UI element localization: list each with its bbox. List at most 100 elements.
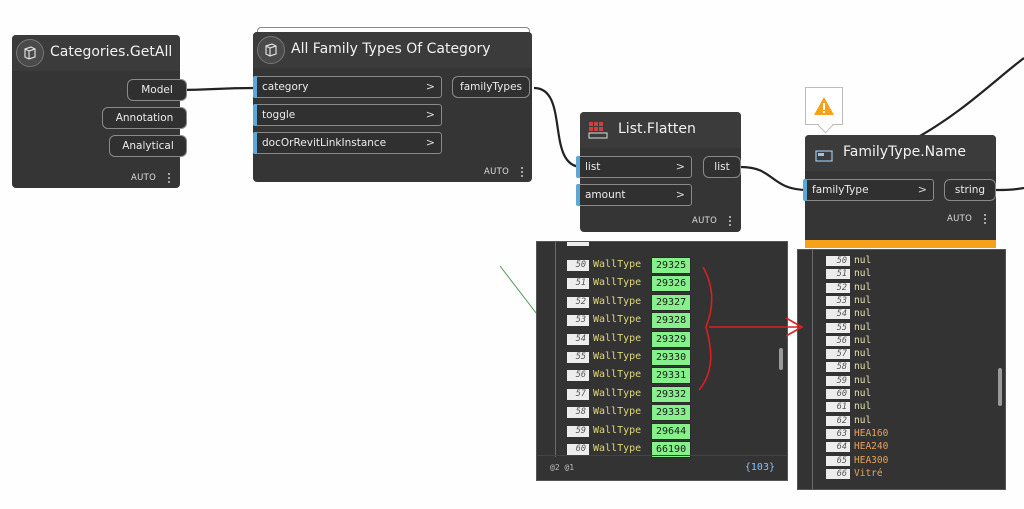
port-label: toggle [262,109,296,121]
input-port-docorrevitlinkinstance[interactable]: docOrRevitLinkInstance > [253,132,442,154]
list-index: 51 [567,278,589,290]
name-value: nul [854,374,872,386]
port-label: docOrRevitLinkInstance [262,137,387,149]
chevron-right-icon[interactable]: > [426,108,435,121]
familytype-name-preview-panel[interactable]: 50 nul 51 nul 52 nul 53 nul 54 nul 55 nul 56 nul 57 nul… [797,249,1006,490]
list-index: 60 [826,389,850,399]
lacing-auto-label[interactable]: AUTO [947,214,972,224]
port-marker [253,132,257,154]
list-item: 50 WallType 29325 [537,257,777,275]
item-type-label: WallType [593,351,642,362]
node-menu-dots[interactable] [167,171,171,185]
port-marker [253,104,257,126]
input-port-amount[interactable]: amount > [576,184,692,206]
node-menu-dots[interactable] [520,165,524,179]
node-header[interactable]: FamilyType.Name [805,135,996,171]
input-port-category[interactable]: category > [253,76,442,98]
list-item: 55 nul [798,322,988,335]
lacing-auto-label[interactable]: AUTO [484,167,509,177]
lacing-auto-label[interactable]: AUTO [131,173,156,183]
preview-scrollbar[interactable] [779,348,783,370]
list-item: 58 nul [798,361,988,374]
warning-bubble[interactable] [805,87,843,125]
node-all-family-types-of-category[interactable]: All Family Types Of Category category > … [253,32,532,182]
list-item: 52 WallType 29327 [537,293,777,312]
node-categories-getall[interactable]: Categories.GetAll Model Annotation Analy… [12,35,187,188]
list-item: 56 WallType 29331 [537,367,777,385]
name-value: nul [854,388,872,399]
lacing-auto-label[interactable]: AUTO [692,216,717,226]
list-item: 66 Vitré [798,468,988,481]
list-index: 57 [567,388,589,400]
output-port-list[interactable]: list [703,156,741,178]
element-id-value: 29332 [651,385,692,403]
list-index: 65 [826,455,850,466]
name-value: nul [854,334,872,346]
list-item: 54 nul [798,308,988,321]
chevron-right-icon[interactable]: > [676,188,685,201]
element-id-value: 29329 [651,330,692,348]
element-id-value: 29330 [651,349,692,366]
list-item: 65 HEA300 [798,455,988,468]
node-header[interactable]: All Family Types Of Category [253,32,532,68]
list-index: 61 [826,402,850,413]
item-type-label: WallType [593,443,642,454]
list-item: 62 nul [798,415,988,428]
flatten-preview-panel[interactable]: 50 WallType 29325 51 WallType 29326 52 WallType… [536,241,788,481]
node-list-flatten[interactable]: List.Flatten list > amount > list AUTO [576,112,741,232]
input-port-familytype[interactable]: familyType > [803,179,934,201]
item-type-label: WallType [593,369,642,381]
node-title: FamilyType.Name [843,144,966,160]
list-index: 52 [567,296,589,308]
chevron-right-icon[interactable]: > [426,80,435,93]
node-header[interactable]: Categories.GetAll [12,35,180,71]
wire-model-category[interactable] [175,86,257,92]
element-id-value: 29331 [651,367,692,385]
wire-outgoing-string[interactable] [993,186,1024,192]
warning-icon[interactable] [813,96,835,116]
wire-list-familytype[interactable] [740,165,809,192]
output-port-model[interactable]: Model [127,79,187,101]
item-type-label: WallType [593,277,642,289]
element-id-value: 29327 [651,293,692,311]
list-item: 63 HEA160 [798,428,988,441]
wire-outgoing-top[interactable] [919,57,1024,137]
node-familytype-name[interactable]: FamilyType.Name familyType > string AUTO [803,135,996,248]
list-index: 62 [826,415,850,426]
list-index: 55 [567,352,589,363]
input-port-list[interactable]: list > [576,156,692,178]
item-type-label: WallType [593,332,642,344]
list-item: 59 nul [798,375,988,388]
list-index: 50 [826,256,850,266]
port-label: familyType [812,184,869,196]
output-port-analytical[interactable]: Analytical [109,135,187,157]
node-title: All Family Types Of Category [291,41,491,57]
chevron-right-icon[interactable]: > [426,136,435,149]
node-header[interactable]: List.Flatten [580,112,741,148]
node-menu-dots[interactable] [728,214,732,228]
chevron-right-icon[interactable]: > [676,160,685,173]
list-item: 58 WallType 29333 [537,404,777,422]
list-index: 54 [826,309,850,320]
list-index: 59 [826,375,850,386]
list-index: 58 [567,407,589,419]
port-marker [576,184,580,206]
item-count-label: {103} [744,462,775,473]
chevron-right-icon[interactable]: > [918,183,927,196]
list-index: 58 [826,362,850,373]
list-index: 54 [567,333,589,345]
node-menu-dots[interactable] [983,212,987,226]
list-index: 51 [826,269,850,280]
name-value: nul [854,321,872,333]
input-port-toggle[interactable]: toggle > [253,104,442,126]
list-index: 53 [567,315,589,327]
port-label: category [262,81,309,93]
output-port-string[interactable]: string [944,179,996,201]
output-port-annotation[interactable]: Annotation [102,107,187,129]
output-port-familytypes[interactable]: familyTypes [452,76,530,98]
wire-familytypes-list[interactable] [533,86,583,169]
list-index: 60 [567,444,589,455]
preview-scrollbar[interactable] [998,368,1002,406]
port-marker [803,179,807,201]
list-item: 56 nul [798,335,988,348]
